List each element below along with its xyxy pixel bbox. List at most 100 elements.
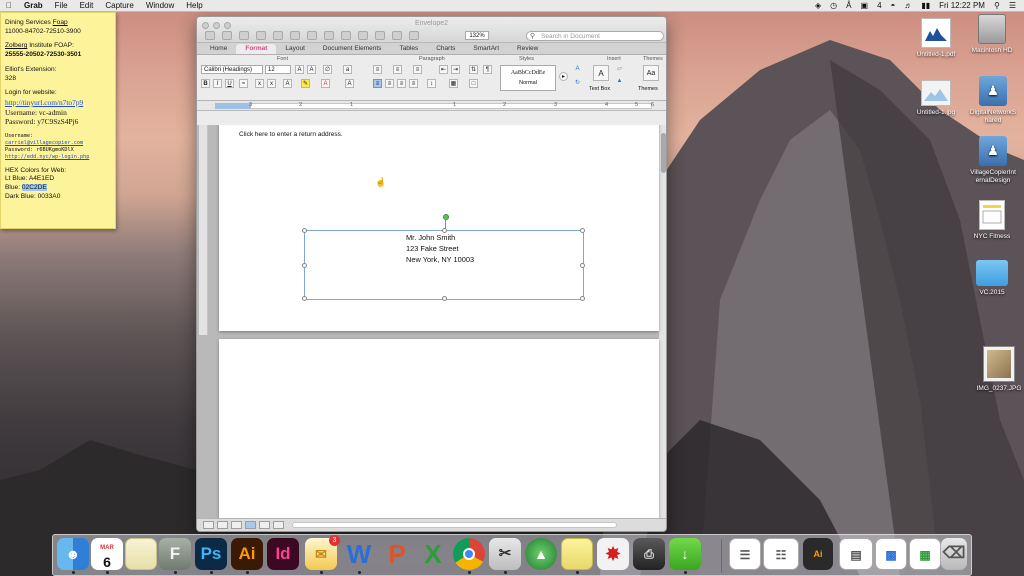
desktop-icon-digitalnetworkshared[interactable]: ♟ DigitalNetworkS hared xyxy=(962,76,1024,125)
window-thumbnail-icon[interactable]: ▩ xyxy=(875,538,907,570)
calendar-icon[interactable]: MAR 6 xyxy=(91,538,123,570)
green-app-icon[interactable]: ▲ xyxy=(525,538,557,570)
bluetooth-icon[interactable]: Å xyxy=(846,1,851,10)
sticky-link[interactable]: http://tinyurl.com/n7to7p9 xyxy=(5,98,111,108)
address-text-box[interactable]: Mr. John Smith 123 Fake Street New York,… xyxy=(302,214,585,301)
desktop-icon-img-jpg[interactable]: IMG_0237.JPG xyxy=(974,346,1024,393)
bold-icon[interactable]: B xyxy=(201,79,210,88)
menu-window[interactable]: Window xyxy=(140,1,180,10)
tab-layout[interactable]: Layout xyxy=(276,44,314,54)
toolbar-icon[interactable] xyxy=(341,31,351,40)
themes-icon[interactable]: Aa xyxy=(643,65,659,81)
toolbar-icon[interactable] xyxy=(358,31,368,40)
notification-center-icon[interactable]: ☰ xyxy=(1009,1,1016,10)
desktop-icon-nyc-fitness[interactable]: NYC Fitness xyxy=(964,200,1020,241)
focus-view-button[interactable] xyxy=(273,521,284,529)
bullets-icon[interactable]: ≡ xyxy=(373,65,382,74)
doc-thumbnail-icon[interactable]: ☰ xyxy=(729,538,761,570)
vertical-scrollbar[interactable] xyxy=(659,125,666,520)
timemachine-icon[interactable]: ◷ xyxy=(830,1,837,10)
menu-help[interactable]: Help xyxy=(180,1,208,10)
font-color-icon[interactable]: A xyxy=(321,79,330,88)
styles-refresh-icon[interactable]: ↻ xyxy=(573,79,582,88)
text-effects-2-icon[interactable]: A xyxy=(345,79,354,88)
draft-view-button[interactable] xyxy=(203,521,214,529)
printer-icon[interactable]: ⎙ xyxy=(633,538,665,570)
window-thumbnail-icon[interactable]: ▦ xyxy=(909,538,941,570)
second-page[interactable] xyxy=(219,339,659,520)
toolbar-icon[interactable] xyxy=(307,31,317,40)
zoom-field[interactable]: 132% xyxy=(465,31,489,40)
word-icon[interactable]: W xyxy=(343,538,375,570)
decrease-indent-icon[interactable]: ⇤ xyxy=(439,65,448,74)
stickies-icon[interactable] xyxy=(561,538,593,570)
desktop-icon-untitled-jpg[interactable]: Untitled-1.jpg xyxy=(908,80,964,117)
desktop-icon-untitled-pdf[interactable]: Untitled-1.pdf xyxy=(908,18,964,59)
spotlight-icon[interactable]: ⚲ xyxy=(994,1,1000,10)
borders-icon[interactable]: □ xyxy=(469,79,478,88)
toolbar-icon[interactable] xyxy=(324,31,334,40)
vertical-ruler[interactable] xyxy=(199,125,208,335)
align-center-icon[interactable]: ≡ xyxy=(385,79,394,88)
tab-home[interactable]: Home xyxy=(201,44,236,54)
window-thumbnail-icon[interactable]: ☷ xyxy=(763,538,799,570)
subscript-icon[interactable]: x xyxy=(267,79,276,88)
underline-icon[interactable]: U xyxy=(225,79,234,88)
desktop-icon-villagecopierinternaldesign[interactable]: ♟ VillageCopierInt ernalDesign xyxy=(962,136,1024,185)
powerpoint-icon[interactable]: P xyxy=(381,538,413,570)
wifi-icon[interactable]: ◓ xyxy=(891,1,896,10)
horizontal-scrollbar[interactable] xyxy=(292,522,617,528)
acrobat-icon[interactable]: ✸ xyxy=(597,538,629,570)
clear-format-icon[interactable]: ∅ xyxy=(323,65,332,74)
numbering-icon[interactable]: ≡ xyxy=(393,65,402,74)
delivery-address[interactable]: Mr. John Smith 123 Fake Street New York,… xyxy=(406,232,474,265)
illustrator-doc-thumbnail-icon[interactable]: Ai xyxy=(803,538,833,570)
toolbar-icon[interactable] xyxy=(239,31,249,40)
styles-next-icon[interactable]: ▸ xyxy=(559,72,568,81)
shrink-font-icon[interactable]: A xyxy=(307,65,316,74)
resize-handle[interactable] xyxy=(442,296,447,301)
title-bar[interactable]: Envelope2 132% ⚲ Search in Document xyxy=(197,17,666,43)
text-box-icon[interactable]: A xyxy=(593,65,609,81)
menu-capture[interactable]: Capture xyxy=(99,1,139,10)
strikethrough-icon[interactable]: ≈ xyxy=(239,79,248,88)
adobe-status-icon[interactable]: ▣ xyxy=(861,1,869,10)
fontbook-icon[interactable]: F xyxy=(159,538,191,570)
tab-document-elements[interactable]: Document Elements xyxy=(314,44,391,54)
sort-icon[interactable]: ⇅ xyxy=(469,65,478,74)
finder-icon[interactable]: ☻ xyxy=(57,538,89,570)
show-formatting-icon[interactable]: ¶ xyxy=(483,65,492,74)
download-manager-icon[interactable]: ↓ xyxy=(669,538,701,570)
justify-icon[interactable]: ≡ xyxy=(409,79,418,88)
line-spacing-icon[interactable]: ↕ xyxy=(427,79,436,88)
desktop-icon-macintosh-hd[interactable]: Macintosh HD xyxy=(964,14,1020,55)
toolbar-icon[interactable] xyxy=(290,31,300,40)
chrome-icon[interactable] xyxy=(453,538,485,570)
increase-indent-icon[interactable]: ⇥ xyxy=(451,65,460,74)
change-case-icon[interactable]: a xyxy=(343,65,352,74)
font-size-select[interactable]: 12 xyxy=(265,65,291,74)
menu-grab[interactable]: Grab xyxy=(18,1,49,10)
align-right-icon[interactable]: ≡ xyxy=(397,79,406,88)
trash-icon[interactable]: ⌫ xyxy=(941,538,967,570)
print-layout-view-button[interactable] xyxy=(245,521,256,529)
italic-icon[interactable]: I xyxy=(213,79,222,88)
tab-format[interactable]: Format xyxy=(236,44,277,54)
return-address-placeholder[interactable]: Click here to enter a return address. xyxy=(239,131,343,138)
envelope-page[interactable]: Click here to enter a return address. ☝ … xyxy=(219,125,659,331)
menu-edit[interactable]: Edit xyxy=(74,1,100,10)
apple-menu-icon[interactable]:  xyxy=(0,1,18,10)
styles-pane-icon[interactable]: A xyxy=(573,65,582,74)
toolbar-icon[interactable] xyxy=(205,31,215,40)
desktop-icon-vc2015[interactable]: VC.2015 xyxy=(964,260,1020,297)
resize-handle[interactable] xyxy=(580,296,585,301)
resize-handle[interactable] xyxy=(302,228,307,233)
toolbar-icon[interactable] xyxy=(409,31,419,40)
multilevel-list-icon[interactable]: ≡ xyxy=(413,65,422,74)
grab-icon[interactable]: ✂ xyxy=(489,538,521,570)
resize-handle[interactable] xyxy=(580,263,585,268)
battery-icon[interactable]: ▮▮ xyxy=(921,1,930,10)
menu-file[interactable]: File xyxy=(49,1,74,10)
notes-icon[interactable] xyxy=(125,538,157,570)
clock[interactable]: Fri 12:22 PM xyxy=(939,1,985,10)
